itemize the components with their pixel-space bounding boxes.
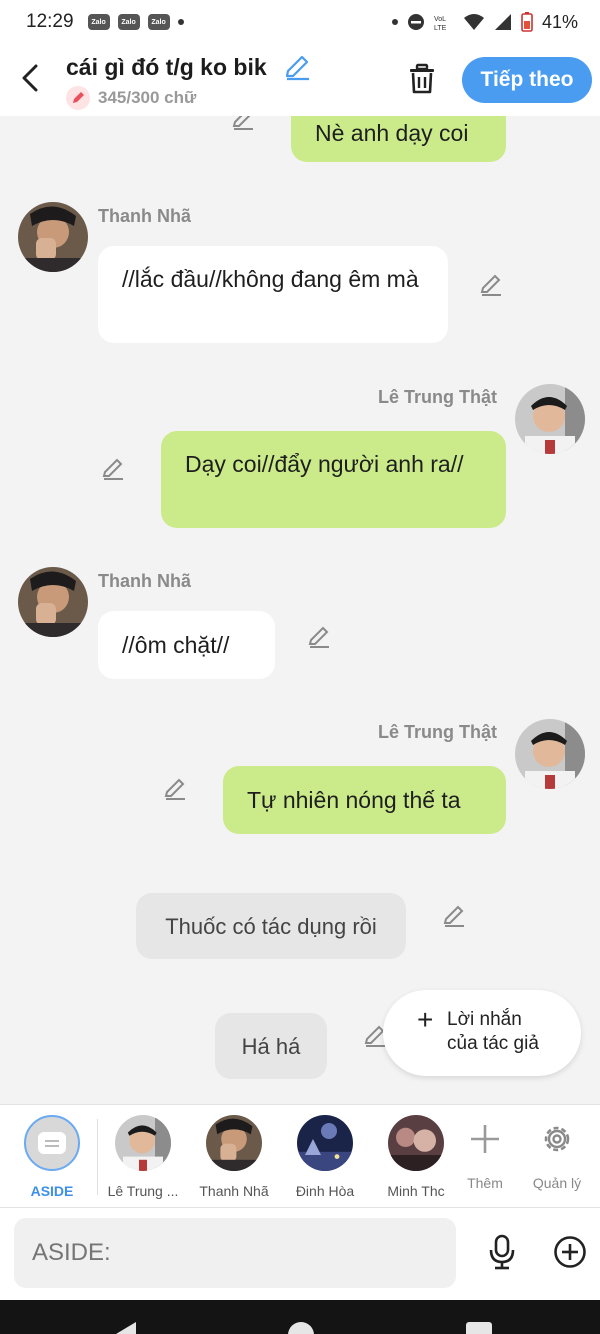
- zalo-notification-icon: Zalo: [117, 14, 140, 30]
- character-dinh-hoa[interactable]: Đinh Hòa: [280, 1115, 370, 1199]
- edit-message-icon[interactable]: [162, 776, 188, 802]
- back-button[interactable]: [14, 62, 46, 94]
- message-bubble-outgoing[interactable]: Dạy coi//đẩy người anh ra//: [161, 431, 506, 528]
- header: cái gì đó t/g ko bik 345/300 chữ Tiếp th…: [0, 44, 600, 116]
- character-le-trung-that[interactable]: Lê Trung ...: [98, 1115, 188, 1199]
- zalo-notification-icon: Zalo: [147, 14, 170, 30]
- battery-icon: [521, 12, 533, 32]
- edit-message-icon[interactable]: [100, 456, 126, 482]
- chat-area[interactable]: Nè anh dạy coi Thanh Nhã //lắc đầu//khôn…: [0, 116, 600, 1104]
- aside-bubble[interactable]: Há há: [215, 1013, 327, 1079]
- more-notifications-icon: [177, 19, 184, 25]
- edit-message-icon[interactable]: [478, 272, 504, 298]
- character-name: Minh Thc: [387, 1183, 445, 1199]
- character-name: Lê Trung ...: [107, 1183, 179, 1199]
- gear-icon: [544, 1126, 570, 1152]
- battery-percent: 41%: [541, 11, 578, 32]
- plus-icon: [471, 1125, 499, 1153]
- message-bubble-incoming[interactable]: //lắc đầu//không đang êm mà: [98, 246, 448, 343]
- character-count: 345/300 chữ: [66, 86, 196, 110]
- character-name: Đinh Hòa: [295, 1183, 355, 1199]
- author-note-line1: Lời nhắn: [447, 1009, 522, 1030]
- microphone-button[interactable]: [486, 1234, 518, 1275]
- svg-text:LTE: LTE: [434, 25, 447, 31]
- chevron-left-icon: [22, 64, 38, 92]
- edit-message-icon[interactable]: [441, 903, 467, 929]
- avatar: [115, 1115, 171, 1171]
- character-aside[interactable]: ASIDE: [7, 1115, 97, 1199]
- pencil-badge-icon: [66, 86, 90, 110]
- sender-name: Thanh Nhã: [98, 571, 191, 591]
- story-title[interactable]: cái gì đó t/g ko bik: [66, 54, 267, 81]
- nav-back-icon[interactable]: [116, 1322, 136, 1334]
- message-input[interactable]: [14, 1218, 456, 1288]
- message-bubble-outgoing[interactable]: Tự nhiên nóng thế ta: [223, 766, 506, 834]
- author-note-line2: của tác giả: [447, 1033, 539, 1054]
- nav-home-icon[interactable]: [288, 1322, 314, 1334]
- signal-icon: [494, 14, 511, 30]
- avatar-thanh-nha[interactable]: [18, 202, 88, 272]
- wifi-icon: [463, 14, 484, 30]
- nav-recents-icon[interactable]: [466, 1322, 492, 1334]
- status-time: 12:29: [26, 11, 74, 32]
- system-nav-bar: [0, 1300, 600, 1334]
- message-bubble-outgoing[interactable]: Nè anh dạy coi: [291, 116, 506, 162]
- microphone-icon: [489, 1234, 515, 1270]
- edit-message-icon[interactable]: [306, 624, 332, 650]
- sender-name: Lê Trung Thật: [378, 722, 497, 742]
- sender-name: Thanh Nhã: [98, 206, 191, 226]
- dot-icon: [391, 19, 398, 25]
- manage-label: Quản lý: [532, 1175, 582, 1191]
- avatar: [388, 1115, 444, 1171]
- zalo-notification-icon: Zalo: [87, 14, 110, 30]
- add-character-button[interactable]: Thêm: [450, 1119, 520, 1191]
- manage-button[interactable]: Quản lý: [522, 1119, 592, 1191]
- next-button[interactable]: Tiếp theo: [462, 57, 592, 103]
- svg-text:VoL: VoL: [434, 16, 446, 23]
- edit-title-button[interactable]: [283, 54, 311, 87]
- add-label: Thêm: [467, 1175, 503, 1191]
- character-bar: ASIDE Lê Trung ... Thanh Nhã Đinh Hòa Mi…: [0, 1104, 600, 1208]
- avatar: [206, 1115, 262, 1171]
- avatar-le-trung-that[interactable]: [515, 719, 585, 789]
- character-thanh-nha[interactable]: Thanh Nhã: [189, 1115, 279, 1199]
- plus-circle-icon: [554, 1236, 586, 1268]
- dnd-icon: [407, 14, 424, 30]
- author-note-button[interactable]: + Lời nhắn của tác giả: [383, 990, 581, 1076]
- trash-icon: [410, 63, 434, 94]
- avatar: [297, 1115, 353, 1171]
- avatar-thanh-nha[interactable]: [18, 567, 88, 637]
- edit-message-icon[interactable]: [230, 116, 256, 132]
- volte-icon: VoL LTE: [434, 16, 447, 31]
- delete-button[interactable]: [405, 62, 439, 101]
- character-count-text: 345/300 chữ: [98, 88, 197, 107]
- character-name: Thanh Nhã: [199, 1183, 269, 1199]
- plus-icon: +: [417, 1004, 434, 1035]
- attach-button[interactable]: [553, 1235, 587, 1274]
- pencil-icon: [285, 55, 309, 81]
- input-bar: [0, 1208, 600, 1300]
- character-minh-thc[interactable]: Minh Thc: [371, 1115, 461, 1199]
- character-name: ASIDE: [30, 1183, 74, 1199]
- sender-name: Lê Trung Thật: [378, 387, 497, 407]
- avatar-le-trung-that[interactable]: [515, 384, 585, 454]
- aside-bubble[interactable]: Thuốc có tác dụng rồi: [136, 893, 406, 959]
- status-bar: 12:29 Zalo Zalo Zalo VoL LTE 41%: [0, 0, 600, 44]
- aside-icon: [24, 1115, 80, 1171]
- message-bubble-incoming[interactable]: //ôm chặt//: [98, 611, 275, 679]
